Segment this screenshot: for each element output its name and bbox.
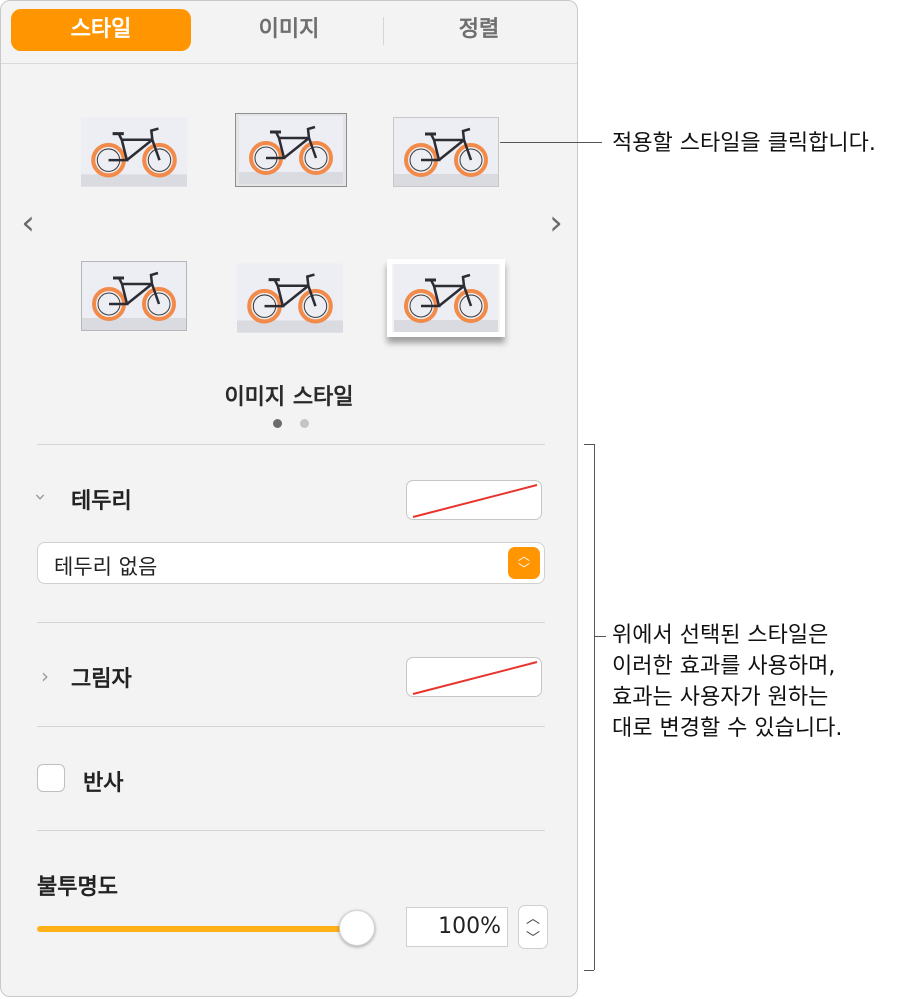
- stepper-down-icon[interactable]: ﹀: [519, 928, 547, 948]
- callout-effects-line-3: 효과는 사용자가 원하는: [612, 685, 829, 710]
- chevron-left-icon[interactable]: ‹: [17, 203, 39, 243]
- stepper-up-icon[interactable]: ︿: [519, 908, 547, 928]
- chevron-right-icon[interactable]: ›: [41, 664, 49, 688]
- opacity-slider-knob[interactable]: [339, 910, 375, 946]
- callout-bracket-top: [584, 444, 594, 445]
- style-thumbnail-4[interactable]: [81, 261, 187, 331]
- style-thumbnail-2[interactable]: [235, 113, 347, 187]
- divider: [37, 830, 545, 831]
- style-thumbnail-6[interactable]: [387, 259, 505, 337]
- border-style-value: 테두리 없음: [54, 555, 158, 579]
- no-color-slash-icon: [412, 661, 538, 695]
- reflection-checkbox[interactable]: [37, 764, 65, 792]
- shadow-color-swatch[interactable]: [406, 657, 542, 697]
- divider: [37, 444, 545, 445]
- callout-bracket-tick: [594, 636, 606, 637]
- callout-effects: 위에서 선택된 스타일은 이러한 효과를 사용하며, 효과는 사용자가 원하는 …: [612, 620, 842, 744]
- callout-effects-line-2: 이러한 효과를 사용하며,: [612, 654, 836, 679]
- chevron-down-icon[interactable]: ›: [29, 493, 53, 501]
- opacity-stepper[interactable]: ︿ ﹀: [518, 905, 548, 949]
- page-dot-1[interactable]: [273, 419, 282, 428]
- image-styles-title: 이미지 스타일: [224, 385, 354, 410]
- callout-style-click: 적용할 스타일을 클릭합니다.: [612, 131, 876, 156]
- tab-image[interactable]: 이미지: [199, 9, 379, 51]
- chevron-right-icon[interactable]: ›: [545, 203, 567, 243]
- divider: [37, 622, 545, 623]
- opacity-slider-track[interactable]: [37, 926, 357, 932]
- style-thumbnail-1[interactable]: [81, 117, 187, 187]
- callout-effects-line-1: 위에서 선택된 스타일은: [612, 623, 829, 648]
- format-sidebar: 스타일 이미지 정렬 ‹ › 이미지 스타일 › 테두리 테두리 없음 ︿ ﹀ ›…: [0, 0, 578, 997]
- border-color-swatch[interactable]: [406, 480, 542, 520]
- callout-bracket: [594, 444, 595, 970]
- divider: [37, 726, 545, 727]
- tab-bar: 스타일 이미지 정렬: [1, 1, 577, 64]
- popup-arrows-icon[interactable]: ︿ ﹀: [508, 547, 540, 579]
- border-label[interactable]: 테두리: [71, 483, 132, 515]
- no-color-slash-icon: [412, 484, 538, 518]
- tab-arrange[interactable]: 정렬: [389, 9, 569, 51]
- callout-leader-line: [500, 142, 602, 143]
- border-style-popup[interactable]: 테두리 없음 ︿ ﹀: [37, 542, 545, 584]
- tab-divider: [383, 17, 384, 45]
- style-thumbnail-3[interactable]: [393, 117, 499, 187]
- style-thumbnail-5[interactable]: [237, 263, 343, 333]
- callout-effects-line-4: 대로 변경할 수 있습니다.: [612, 716, 843, 741]
- opacity-value-field[interactable]: 100%: [406, 907, 508, 947]
- tab-style[interactable]: 스타일: [11, 9, 191, 51]
- opacity-label: 불투명도: [37, 875, 118, 900]
- reflection-label: 반사: [83, 771, 124, 796]
- page-dot-2[interactable]: [300, 419, 309, 428]
- callout-bracket-bottom: [584, 970, 594, 971]
- shadow-label[interactable]: 그림자: [71, 661, 132, 693]
